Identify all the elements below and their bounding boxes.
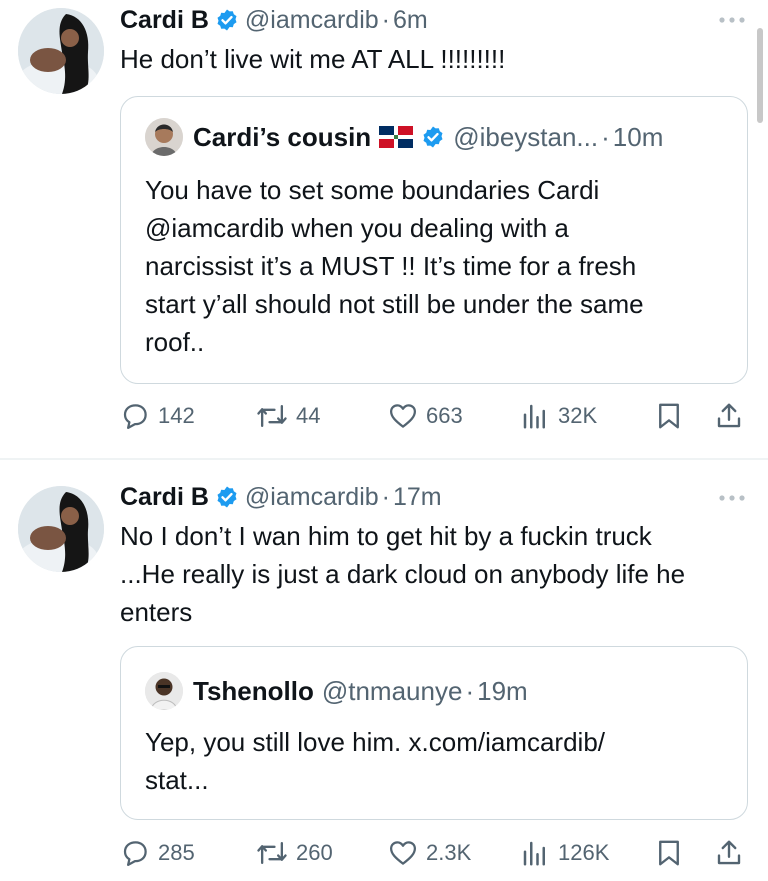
tweet-actions: 285 260 2.3K 126K bbox=[120, 833, 760, 873]
quote-header: Cardi’s cousin @ibeystan... · 10m bbox=[145, 117, 663, 157]
bookmark-icon[interactable] bbox=[654, 838, 684, 868]
author-handle[interactable]: @iamcardib bbox=[245, 6, 379, 35]
quote-text-line: narcissist it’s a MUST !! It’s time for … bbox=[145, 251, 637, 281]
separator-dot: · bbox=[601, 121, 610, 152]
verified-badge-icon bbox=[217, 9, 237, 31]
views-count: 32K bbox=[558, 403, 598, 428]
like-count: 663 bbox=[426, 403, 463, 428]
views-button[interactable]: 32K bbox=[520, 396, 597, 436]
quote-timestamp: 19m bbox=[477, 675, 528, 706]
quote-text-line: stat... bbox=[145, 765, 209, 795]
more-icon[interactable] bbox=[716, 488, 748, 508]
timestamp[interactable]: 6m bbox=[393, 6, 428, 35]
separator-dot: · bbox=[381, 482, 390, 511]
reply-button[interactable]: 285 bbox=[120, 833, 195, 873]
scrollbar[interactable] bbox=[757, 28, 763, 123]
share-icon[interactable] bbox=[714, 401, 744, 431]
quote-author-name: Tshenollo bbox=[193, 675, 314, 706]
quote-author-handle: @tnmaunye bbox=[321, 675, 463, 706]
retweet-icon bbox=[257, 404, 287, 428]
like-count: 2.3K bbox=[426, 840, 472, 865]
quote-text-line: Yep, you still love him. x.com/iamcardib… bbox=[145, 727, 606, 757]
retweet-button[interactable]: 260 bbox=[256, 833, 333, 873]
like-icon bbox=[390, 841, 416, 865]
reply-count: 142 bbox=[158, 403, 195, 428]
tweet-text-line: No I don’t I wan him to get hit by a fuc… bbox=[120, 521, 652, 551]
views-icon bbox=[523, 841, 545, 866]
reply-icon bbox=[123, 841, 147, 866]
quoted-tweet[interactable]: Cardi’s cousin @ibeystan... · 10m You ha… bbox=[120, 96, 748, 384]
timestamp[interactable]: 17m bbox=[393, 483, 442, 512]
reply-icon bbox=[123, 404, 147, 429]
quote-text-line: @iamcardib when you dealing with a bbox=[145, 213, 569, 243]
views-count: 126K bbox=[558, 840, 610, 865]
quoted-tweet[interactable]: Tshenollo @tnmaunye · 19m Yep, you still… bbox=[120, 646, 748, 820]
quote-timestamp: 10m bbox=[612, 121, 664, 152]
author-handle[interactable]: @iamcardib bbox=[245, 483, 379, 512]
retweet-count: 44 bbox=[296, 403, 321, 428]
views-button[interactable]: 126K bbox=[520, 833, 609, 873]
tweet-text: No I don’t I wan him to get hit by a fuc… bbox=[120, 517, 760, 631]
tweet-header: Cardi B @iamcardib · 17m bbox=[120, 479, 442, 515]
quote-author-avatar bbox=[145, 118, 183, 156]
quote-author-avatar bbox=[145, 672, 183, 710]
like-button[interactable]: 663 bbox=[388, 396, 463, 436]
author-avatar[interactable] bbox=[18, 8, 104, 94]
quote-author-name: Cardi’s cousin bbox=[193, 121, 372, 152]
quote-text-line: roof.. bbox=[145, 327, 205, 357]
author-avatar[interactable] bbox=[18, 486, 104, 572]
share-icon[interactable] bbox=[714, 838, 744, 868]
quote-header: Tshenollo @tnmaunye · 19m bbox=[145, 671, 528, 711]
quote-text: Yep, you still love him. x.com/iamcardib… bbox=[145, 723, 735, 799]
tweet[interactable]: Cardi B @iamcardib · 6m He don’t live wi… bbox=[0, 0, 768, 458]
reply-button[interactable]: 142 bbox=[120, 396, 195, 436]
tweet[interactable]: Cardi B @iamcardib · 17m No I don’t I wa… bbox=[0, 460, 768, 881]
retweet-count: 260 bbox=[296, 840, 333, 865]
tweet-text-line: ...He really is just a dark cloud on any… bbox=[120, 559, 686, 589]
tweet-actions: 142 44 663 32K bbox=[120, 396, 760, 436]
retweet-button[interactable]: 44 bbox=[256, 396, 320, 436]
views-icon bbox=[523, 404, 545, 429]
verified-badge-icon bbox=[423, 126, 443, 148]
quote-text-line: start y’all should not still be under th… bbox=[145, 289, 644, 319]
reply-count: 285 bbox=[158, 840, 195, 865]
quote-text: You have to set some boundaries Cardi @i… bbox=[145, 171, 735, 361]
verified-badge-icon bbox=[217, 486, 237, 508]
separator-dot: · bbox=[381, 5, 390, 34]
retweet-icon bbox=[257, 841, 287, 865]
separator-dot: · bbox=[465, 675, 475, 706]
quote-text-line: You have to set some boundaries Cardi bbox=[145, 175, 600, 205]
quote-author-handle: @ibeystan... bbox=[453, 121, 599, 152]
tweet-text: He don’t live wit me AT ALL !!!!!!!!! bbox=[120, 44, 506, 74]
more-icon[interactable] bbox=[716, 10, 748, 30]
author-name[interactable]: Cardi B bbox=[120, 6, 209, 35]
like-icon bbox=[390, 404, 416, 428]
tweet-header: Cardi B @iamcardib · 6m bbox=[120, 2, 428, 38]
dominican-republic-flag bbox=[379, 126, 414, 148]
tweet-text-line: enters bbox=[120, 597, 193, 627]
bookmark-icon[interactable] bbox=[654, 401, 684, 431]
author-name[interactable]: Cardi B bbox=[120, 483, 209, 512]
like-button[interactable]: 2.3K bbox=[388, 833, 471, 873]
